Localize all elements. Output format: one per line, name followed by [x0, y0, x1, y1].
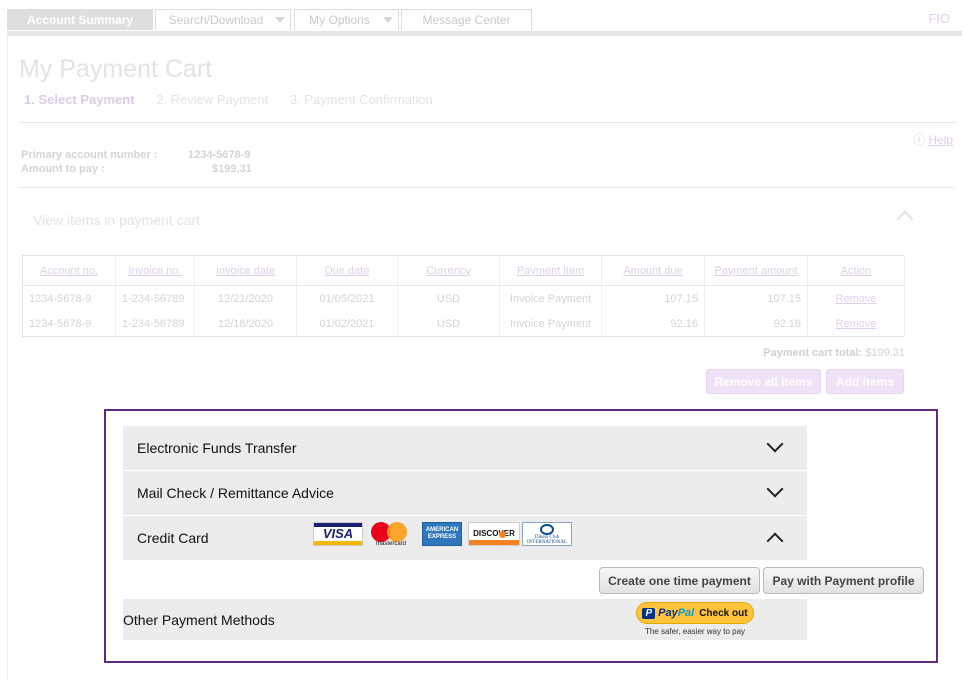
- accordion-credit-card-label: Credit Card: [137, 530, 209, 546]
- visa-text: VISA: [322, 526, 354, 541]
- accordion-credit-card[interactable]: Credit Card VISA mastercard AMERICAN EXP…: [123, 516, 807, 560]
- amex-text: AMERICAN EXPRESS: [425, 527, 459, 540]
- table-row: 1234-5678-9 1-234-56789 12/21/2020 01/05…: [22, 285, 905, 311]
- col-payment-amount[interactable]: Payment amount: [704, 255, 808, 286]
- col-currency[interactable]: Currency: [397, 255, 500, 286]
- cell-invoice-no: 1-234-56789: [115, 311, 195, 337]
- mastercard-text: mastercard: [375, 541, 406, 547]
- help-label: Help: [928, 133, 954, 147]
- chevron-down-icon: [766, 480, 784, 498]
- chevron-down-icon: [766, 435, 784, 453]
- col-payment-item[interactable]: Payment item: [499, 255, 602, 286]
- cart-total: Payment cart total: $199.31: [763, 347, 905, 359]
- accordion-eft-label: Electronic Funds Transfer: [137, 440, 297, 456]
- cart-section-heading[interactable]: View items in payment cart: [33, 212, 200, 228]
- step-payment-confirmation: 3. Payment Confirmation: [289, 92, 433, 107]
- cell-due-date: 01/02/2021: [296, 311, 398, 337]
- cell-invoice-no: 1-234-56789: [115, 285, 195, 311]
- paypal-checkout-label: Check out: [699, 607, 748, 619]
- caret-down-icon: [383, 17, 393, 23]
- cell-due-date: 01/05/2021: [296, 285, 398, 311]
- cell-amount-due: 107.15: [601, 285, 705, 311]
- remove-all-items-button[interactable]: Remove all items: [706, 369, 821, 394]
- accordion-mail-check[interactable]: Mail Check / Remittance Advice: [123, 471, 807, 515]
- caret-down-icon: [275, 17, 285, 23]
- chevron-up-icon[interactable]: [896, 210, 914, 228]
- paypal-tagline: The safer, easier way to pay: [644, 627, 746, 636]
- tab-label: Search/Download: [168, 13, 264, 27]
- tab-label: My Options: [309, 13, 370, 27]
- cart-total-value: $199.31: [865, 347, 905, 359]
- chevron-up-icon: [766, 532, 784, 550]
- other-payment-methods-label: Other Payment Methods: [123, 611, 275, 628]
- left-border: [7, 36, 8, 680]
- accordion-mail-check-label: Mail Check / Remittance Advice: [137, 485, 334, 501]
- col-action: Action: [807, 255, 905, 286]
- diners-text: Diners Club INTERNATIONAL: [527, 535, 567, 545]
- paypal-checkout-button[interactable]: P PayPal Check out: [636, 602, 754, 624]
- cell-payment-item: Invoice Payment: [499, 311, 602, 337]
- remove-link[interactable]: Remove: [807, 285, 905, 311]
- divider: [19, 187, 955, 188]
- brand-label: FIO: [928, 11, 950, 26]
- col-invoice-no[interactable]: Invoice no.: [115, 255, 195, 286]
- visa-logo: VISA: [313, 522, 363, 546]
- page-title: My Payment Cart: [19, 55, 213, 83]
- nav-underline: [7, 31, 962, 36]
- discover-text: DISCOVER: [473, 529, 515, 538]
- cell-currency: USD: [397, 311, 500, 337]
- cell-amount-due: 92.16: [601, 311, 705, 337]
- divider: [19, 122, 957, 123]
- col-account-no[interactable]: Account no.: [22, 255, 116, 286]
- tab-my-options[interactable]: My Options: [294, 9, 399, 30]
- discover-logo: DISCOVER: [468, 522, 520, 546]
- diners-club-logo: Diners Club INTERNATIONAL: [522, 522, 572, 546]
- cell-account-no: 1234-5678-9: [22, 311, 116, 337]
- paypal-logo-text: PayPal: [658, 607, 695, 619]
- pay-with-payment-profile-button[interactable]: Pay with Payment profile: [763, 567, 924, 594]
- table-header-row: Account no. Invoice no. Invoice date Due…: [22, 255, 905, 286]
- add-items-button[interactable]: Add items: [826, 369, 904, 394]
- cell-account-no: 1234-5678-9: [22, 285, 116, 311]
- table-row: 1234-5678-9 1-234-56789 12/18/2020 01/02…: [22, 311, 905, 337]
- cell-payment-amount: 92.16: [704, 311, 808, 337]
- paypal-icon: P: [642, 607, 656, 619]
- tab-message-center[interactable]: Message Center: [401, 9, 532, 30]
- primary-account-label: Primary account number :: [21, 149, 158, 161]
- col-invoice-date[interactable]: Invoice date: [194, 255, 297, 286]
- step-indicator: 1. Select Payment 2. Review Payment 3. P…: [24, 92, 451, 107]
- amount-to-pay-value: $199.31: [212, 163, 252, 175]
- create-one-time-payment-button[interactable]: Create one time payment: [599, 567, 760, 594]
- mastercard-logo: mastercard: [367, 522, 417, 547]
- remove-link[interactable]: Remove: [807, 311, 905, 337]
- accordion-eft[interactable]: Electronic Funds Transfer: [123, 426, 807, 470]
- help-icon: ⓘ: [913, 133, 926, 147]
- cell-payment-amount: 107.15: [704, 285, 808, 311]
- cell-invoice-date: 12/18/2020: [194, 311, 297, 337]
- col-amount-due[interactable]: Amount due: [601, 255, 705, 286]
- cart-table: Account no. Invoice no. Invoice date Due…: [22, 255, 905, 337]
- tab-search-download[interactable]: Search/Download: [155, 9, 291, 30]
- cart-total-label: Payment cart total:: [763, 347, 863, 359]
- col-due-date[interactable]: Due date: [296, 255, 398, 286]
- cell-currency: USD: [397, 285, 500, 311]
- cell-invoice-date: 12/21/2020: [194, 285, 297, 311]
- amount-to-pay-label: Amount to pay :: [21, 163, 105, 175]
- primary-account-value: 1234-5678-9: [188, 149, 251, 161]
- tab-account-summary[interactable]: Account Summary: [7, 9, 153, 30]
- amex-logo: AMERICAN EXPRESS: [422, 522, 462, 546]
- step-select-payment: 1. Select Payment: [24, 92, 135, 107]
- help-link[interactable]: ⓘ Help: [913, 131, 953, 148]
- step-review-payment: 2. Review Payment: [156, 92, 269, 107]
- cell-payment-item: Invoice Payment: [499, 285, 602, 311]
